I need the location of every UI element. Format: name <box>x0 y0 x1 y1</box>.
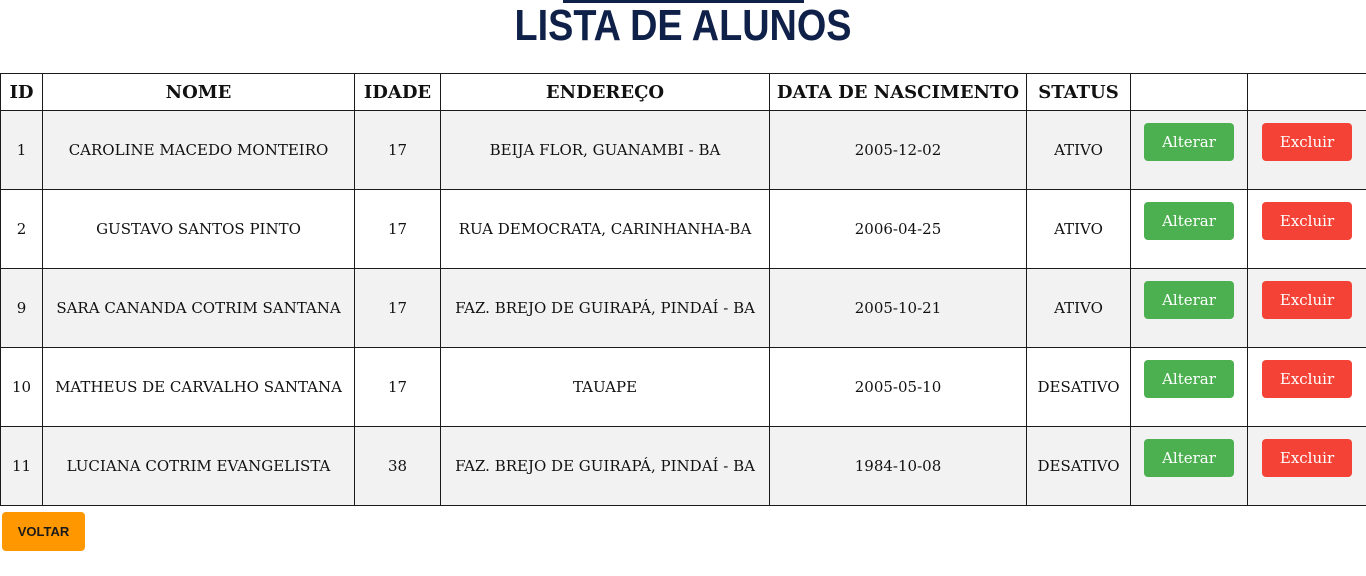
alterar-button[interactable]: Alterar <box>1144 202 1234 240</box>
cell-data-nascimento: 2005-12-02 <box>769 110 1027 190</box>
cell-status: DESATIVO <box>1026 426 1131 506</box>
cell-status: ATIVO <box>1026 110 1131 190</box>
table-row: 2 GUSTAVO SANTOS PINTO 17 RUA DEMOCRATA,… <box>0 189 1366 269</box>
header-idade: IDADE <box>354 73 441 111</box>
cell-id: 2 <box>0 189 43 269</box>
cell-endereco: TAUAPE <box>440 347 770 427</box>
cell-nome: MATHEUS DE CARVALHO SANTANA <box>42 347 355 427</box>
cell-endereco: RUA DEMOCRATA, CARINHANHA-BA <box>440 189 770 269</box>
excluir-button[interactable]: Excluir <box>1262 281 1352 319</box>
table-row: 9 SARA CANANDA COTRIM SANTANA 17 FAZ. BR… <box>0 268 1366 348</box>
cell-excluir: Excluir <box>1247 268 1366 348</box>
header-endereco: ENDEREÇO <box>440 73 770 111</box>
alterar-button[interactable]: Alterar <box>1144 360 1234 398</box>
cell-data-nascimento: 2005-05-10 <box>769 347 1027 427</box>
excluir-button[interactable]: Excluir <box>1262 123 1352 161</box>
cell-alterar: Alterar <box>1130 268 1248 348</box>
cell-endereco: BEIJA FLOR, GUANAMBI - BA <box>440 110 770 190</box>
cell-status: ATIVO <box>1026 189 1131 269</box>
cell-alterar: Alterar <box>1130 110 1248 190</box>
header-status: STATUS <box>1026 73 1131 111</box>
table-row: 10 MATHEUS DE CARVALHO SANTANA 17 TAUAPE… <box>0 347 1366 427</box>
cell-endereco: FAZ. BREJO DE GUIRAPÁ, PINDAÍ - BA <box>440 426 770 506</box>
header-excluir-column <box>1247 73 1366 111</box>
alterar-button[interactable]: Alterar <box>1144 439 1234 477</box>
header-id: ID <box>0 73 43 111</box>
cell-id: 1 <box>0 110 43 190</box>
excluir-button[interactable]: Excluir <box>1262 202 1352 240</box>
cell-alterar: Alterar <box>1130 426 1248 506</box>
table-row: 1 CAROLINE MACEDO MONTEIRO 17 BEIJA FLOR… <box>0 110 1366 190</box>
students-table: ID NOME IDADE ENDEREÇO DATA DE NASCIMENT… <box>0 73 1366 506</box>
cell-nome: SARA CANANDA COTRIM SANTANA <box>42 268 355 348</box>
alterar-button[interactable]: Alterar <box>1144 123 1234 161</box>
cell-idade: 17 <box>354 268 441 348</box>
cell-alterar: Alterar <box>1130 189 1248 269</box>
cell-idade: 17 <box>354 189 441 269</box>
cell-endereco: FAZ. BREJO DE GUIRAPÁ, PINDAÍ - BA <box>440 268 770 348</box>
cell-status: ATIVO <box>1026 268 1131 348</box>
excluir-button[interactable]: Excluir <box>1262 360 1352 398</box>
cell-id: 9 <box>0 268 43 348</box>
alterar-button[interactable]: Alterar <box>1144 281 1234 319</box>
voltar-button[interactable]: VOLTAR <box>2 512 85 551</box>
cell-status: DESATIVO <box>1026 347 1131 427</box>
cell-excluir: Excluir <box>1247 426 1366 506</box>
cell-excluir: Excluir <box>1247 110 1366 190</box>
cell-idade: 17 <box>354 347 441 427</box>
cell-nome: GUSTAVO SANTOS PINTO <box>42 189 355 269</box>
header-nome: NOME <box>42 73 355 111</box>
cell-nome: CAROLINE MACEDO MONTEIRO <box>42 110 355 190</box>
cell-excluir: Excluir <box>1247 347 1366 427</box>
cell-idade: 38 <box>354 426 441 506</box>
header-data-nascimento: DATA DE NASCIMENTO <box>769 73 1027 111</box>
cell-idade: 17 <box>354 110 441 190</box>
cell-data-nascimento: 2005-10-21 <box>769 268 1027 348</box>
cell-id: 10 <box>0 347 43 427</box>
page-title: LISTA DE ALUNOS <box>514 1 852 50</box>
cell-nome: LUCIANA COTRIM EVANGELISTA <box>42 426 355 506</box>
table-row: 11 LUCIANA COTRIM EVANGELISTA 38 FAZ. BR… <box>0 426 1366 506</box>
cell-data-nascimento: 2006-04-25 <box>769 189 1027 269</box>
cell-data-nascimento: 1984-10-08 <box>769 426 1027 506</box>
excluir-button[interactable]: Excluir <box>1262 439 1352 477</box>
table-header-row: ID NOME IDADE ENDEREÇO DATA DE NASCIMENT… <box>0 73 1366 111</box>
cell-excluir: Excluir <box>1247 189 1366 269</box>
cell-alterar: Alterar <box>1130 347 1248 427</box>
cell-id: 11 <box>0 426 43 506</box>
header-alterar-column <box>1130 73 1248 111</box>
